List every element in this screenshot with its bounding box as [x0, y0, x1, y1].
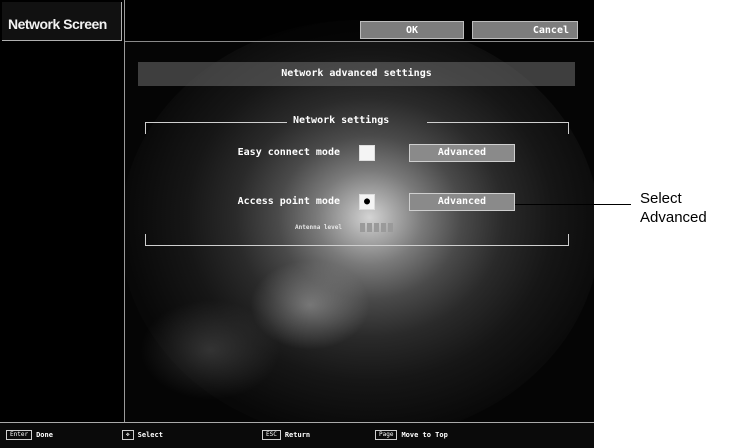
- signal-bar: [388, 223, 393, 232]
- footer-item-done: Enter Done: [6, 430, 53, 440]
- footer-item-select: ✥ Select: [122, 430, 163, 440]
- projector-screen: Network Screen OK Cancel Network advance…: [0, 0, 594, 448]
- direction-pad-icon: ✥: [122, 430, 134, 440]
- group-border: [145, 122, 146, 134]
- group-border: [145, 122, 287, 123]
- background-glow: [140, 300, 280, 400]
- group-border: [145, 245, 569, 246]
- callout-line: [515, 204, 631, 205]
- page-title: Network advanced settings: [138, 62, 575, 86]
- footer-label: Move to Top: [401, 431, 448, 439]
- signal-bar: [374, 223, 379, 232]
- footer-item-move-top: Page Move to Top: [375, 430, 448, 440]
- network-settings-group: Network settings: [145, 115, 569, 246]
- cancel-button[interactable]: Cancel: [472, 21, 578, 39]
- access-point-advanced-button[interactable]: Advanced: [409, 193, 515, 211]
- footer-bar: Enter Done ✥ Select ESC Return Page Move…: [0, 422, 594, 448]
- signal-bar: [381, 223, 386, 232]
- antenna-level-label: Antenna level: [295, 224, 342, 231]
- group-border: [568, 122, 569, 134]
- esc-key-icon: ESC: [262, 430, 281, 440]
- footer-item-return: ESC Return: [262, 430, 310, 440]
- callout-label: Select Advanced: [640, 190, 707, 226]
- enter-key-icon: Enter: [6, 430, 33, 440]
- page-key-icon: Page: [375, 430, 398, 440]
- group-title: Network settings: [293, 115, 390, 126]
- footer-label: Return: [284, 431, 311, 439]
- access-point-label: Access point mode: [237, 196, 340, 207]
- ok-button[interactable]: OK: [360, 21, 464, 39]
- left-panel: [0, 0, 125, 422]
- easy-connect-advanced-button[interactable]: Advanced: [409, 144, 515, 162]
- check-icon: ●: [363, 196, 371, 207]
- footer-label: Select: [137, 431, 163, 439]
- signal-bar: [367, 223, 372, 232]
- screen-title: Network Screen: [8, 16, 107, 32]
- footer-label: Done: [36, 431, 53, 439]
- title-box: Network Screen: [2, 2, 122, 41]
- signal-bar: [360, 223, 365, 232]
- access-point-checkbox[interactable]: ●: [359, 194, 375, 210]
- antenna-level-indicator: [360, 223, 393, 232]
- easy-connect-label: Easy connect mode: [237, 147, 340, 158]
- callout-text: Select Advanced: [640, 189, 730, 227]
- easy-connect-checkbox[interactable]: [359, 145, 375, 161]
- group-border: [427, 122, 569, 123]
